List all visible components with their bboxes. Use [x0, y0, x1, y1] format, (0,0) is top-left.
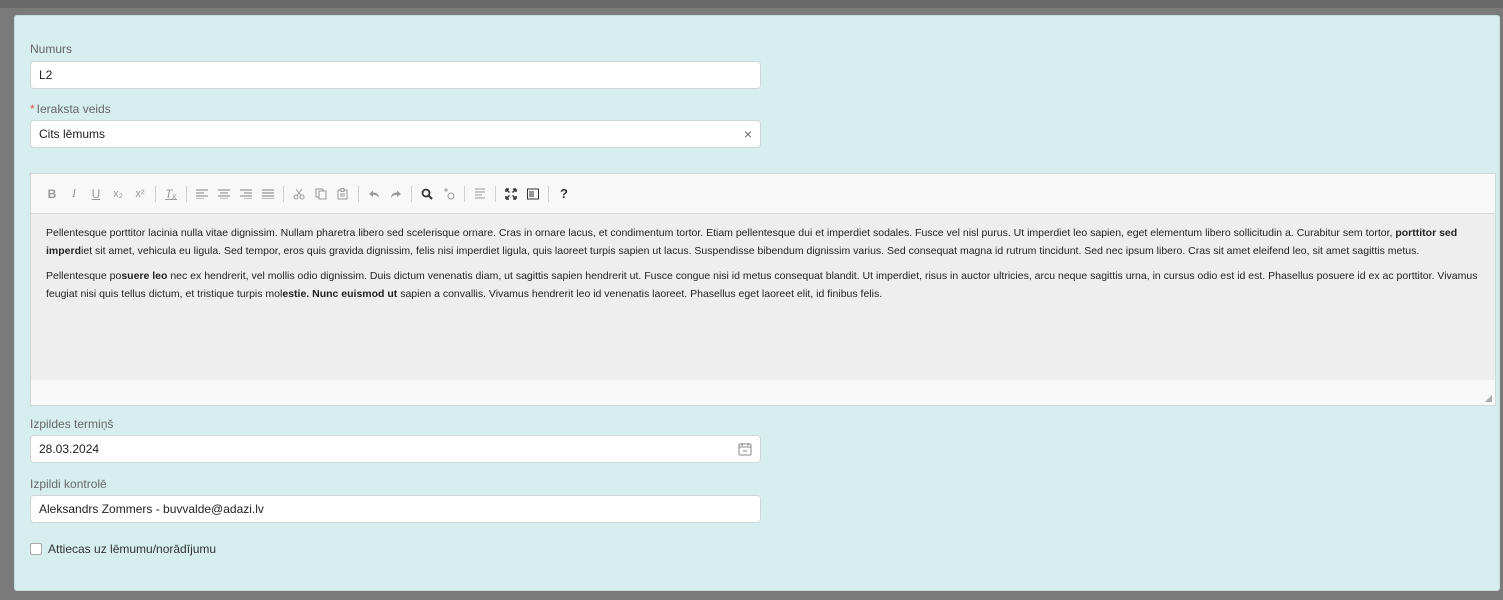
- controller-label: Izpildi kontrolē: [30, 477, 107, 491]
- toolbar-separator: [548, 185, 549, 202]
- show-blocks-icon[interactable]: [523, 184, 543, 204]
- editor-paragraph: Pellentesque porttitor lacinia nulla vit…: [46, 224, 1480, 260]
- align-center-icon[interactable]: [214, 184, 234, 204]
- toolbar-separator: [464, 185, 465, 202]
- rich-text-editor: B I U x₂ x² Tₓ ? Pellentesque porttitor …: [30, 173, 1496, 406]
- maximize-icon[interactable]: [501, 184, 521, 204]
- text-run: sapien a convallis. Vivamus hendrerit le…: [397, 288, 883, 300]
- window-top-strip: [0, 0, 1503, 8]
- remove-format-button[interactable]: Tₓ: [161, 184, 181, 204]
- record-type-label-text: Ieraksta veids: [36, 102, 111, 116]
- text-run: Pellentesque porttitor lacinia nulla vit…: [46, 227, 1396, 239]
- number-value: L2: [39, 68, 53, 82]
- controller-value: Aleksandrs Zommers - buvvalde@adazi.lv: [39, 502, 264, 516]
- editor-statusbar: [31, 380, 1495, 405]
- bold-text-run: estie. Nunc euismod ut: [282, 288, 398, 300]
- align-right-icon[interactable]: [236, 184, 256, 204]
- resize-handle-icon[interactable]: [1485, 395, 1492, 402]
- align-left-icon[interactable]: [192, 184, 212, 204]
- subscript-button[interactable]: x₂: [108, 184, 128, 204]
- record-type-value: Cits lēmums: [39, 127, 106, 141]
- search-icon[interactable]: [417, 184, 437, 204]
- text-run: Pellentesque po: [46, 270, 122, 282]
- number-input[interactable]: L2: [30, 61, 761, 89]
- superscript-button[interactable]: x²: [130, 184, 150, 204]
- toolbar-separator: [358, 185, 359, 202]
- copy-icon[interactable]: [311, 184, 331, 204]
- controller-input[interactable]: Aleksandrs Zommers - buvvalde@adazi.lv: [30, 495, 761, 523]
- record-type-select[interactable]: Cits lēmums ×: [30, 120, 761, 148]
- editor-toolbar: B I U x₂ x² Tₓ ?: [31, 174, 1495, 214]
- due-date-label: Izpildes termiņš: [30, 417, 114, 431]
- number-label: Numurs: [30, 42, 73, 56]
- toolbar-separator: [495, 185, 496, 202]
- record-type-label: * Ieraksta veids: [30, 102, 111, 116]
- editor-paragraph: Pellentesque posuere leo nec ex hendreri…: [46, 267, 1480, 303]
- toolbar-separator: [155, 185, 156, 202]
- redo-icon[interactable]: [386, 184, 406, 204]
- toolbar-separator: [186, 185, 187, 202]
- clear-icon[interactable]: ×: [744, 121, 752, 147]
- replace-icon[interactable]: [439, 184, 459, 204]
- form-panel: Numurs L2 * Ieraksta veids Cits lēmums × …: [14, 15, 1500, 591]
- paste-icon[interactable]: [333, 184, 353, 204]
- calendar-icon[interactable]: [738, 442, 752, 456]
- editor-content[interactable]: Pellentesque porttitor lacinia nulla vit…: [31, 214, 1495, 381]
- required-mark: *: [30, 102, 35, 116]
- text-run: iet sit amet, vehicula eu ligula. Sed te…: [81, 245, 1420, 257]
- underline-button[interactable]: U: [86, 184, 106, 204]
- applies-to-decision-checkbox[interactable]: [30, 543, 42, 555]
- bold-text-run: suere leo: [121, 270, 168, 282]
- italic-button[interactable]: I: [64, 184, 84, 204]
- align-justify-icon[interactable]: [258, 184, 278, 204]
- cut-icon[interactable]: [289, 184, 309, 204]
- bold-button[interactable]: B: [42, 184, 62, 204]
- help-button[interactable]: ?: [554, 184, 574, 204]
- format-block-icon[interactable]: [470, 184, 490, 204]
- toolbar-separator: [411, 185, 412, 202]
- due-date-value: 28.03.2024: [39, 442, 100, 456]
- applies-to-decision-label[interactable]: Attiecas uz lēmumu/norādījumu: [48, 542, 216, 556]
- due-date-input[interactable]: 28.03.2024: [30, 435, 761, 463]
- undo-icon[interactable]: [364, 184, 384, 204]
- toolbar-separator: [283, 185, 284, 202]
